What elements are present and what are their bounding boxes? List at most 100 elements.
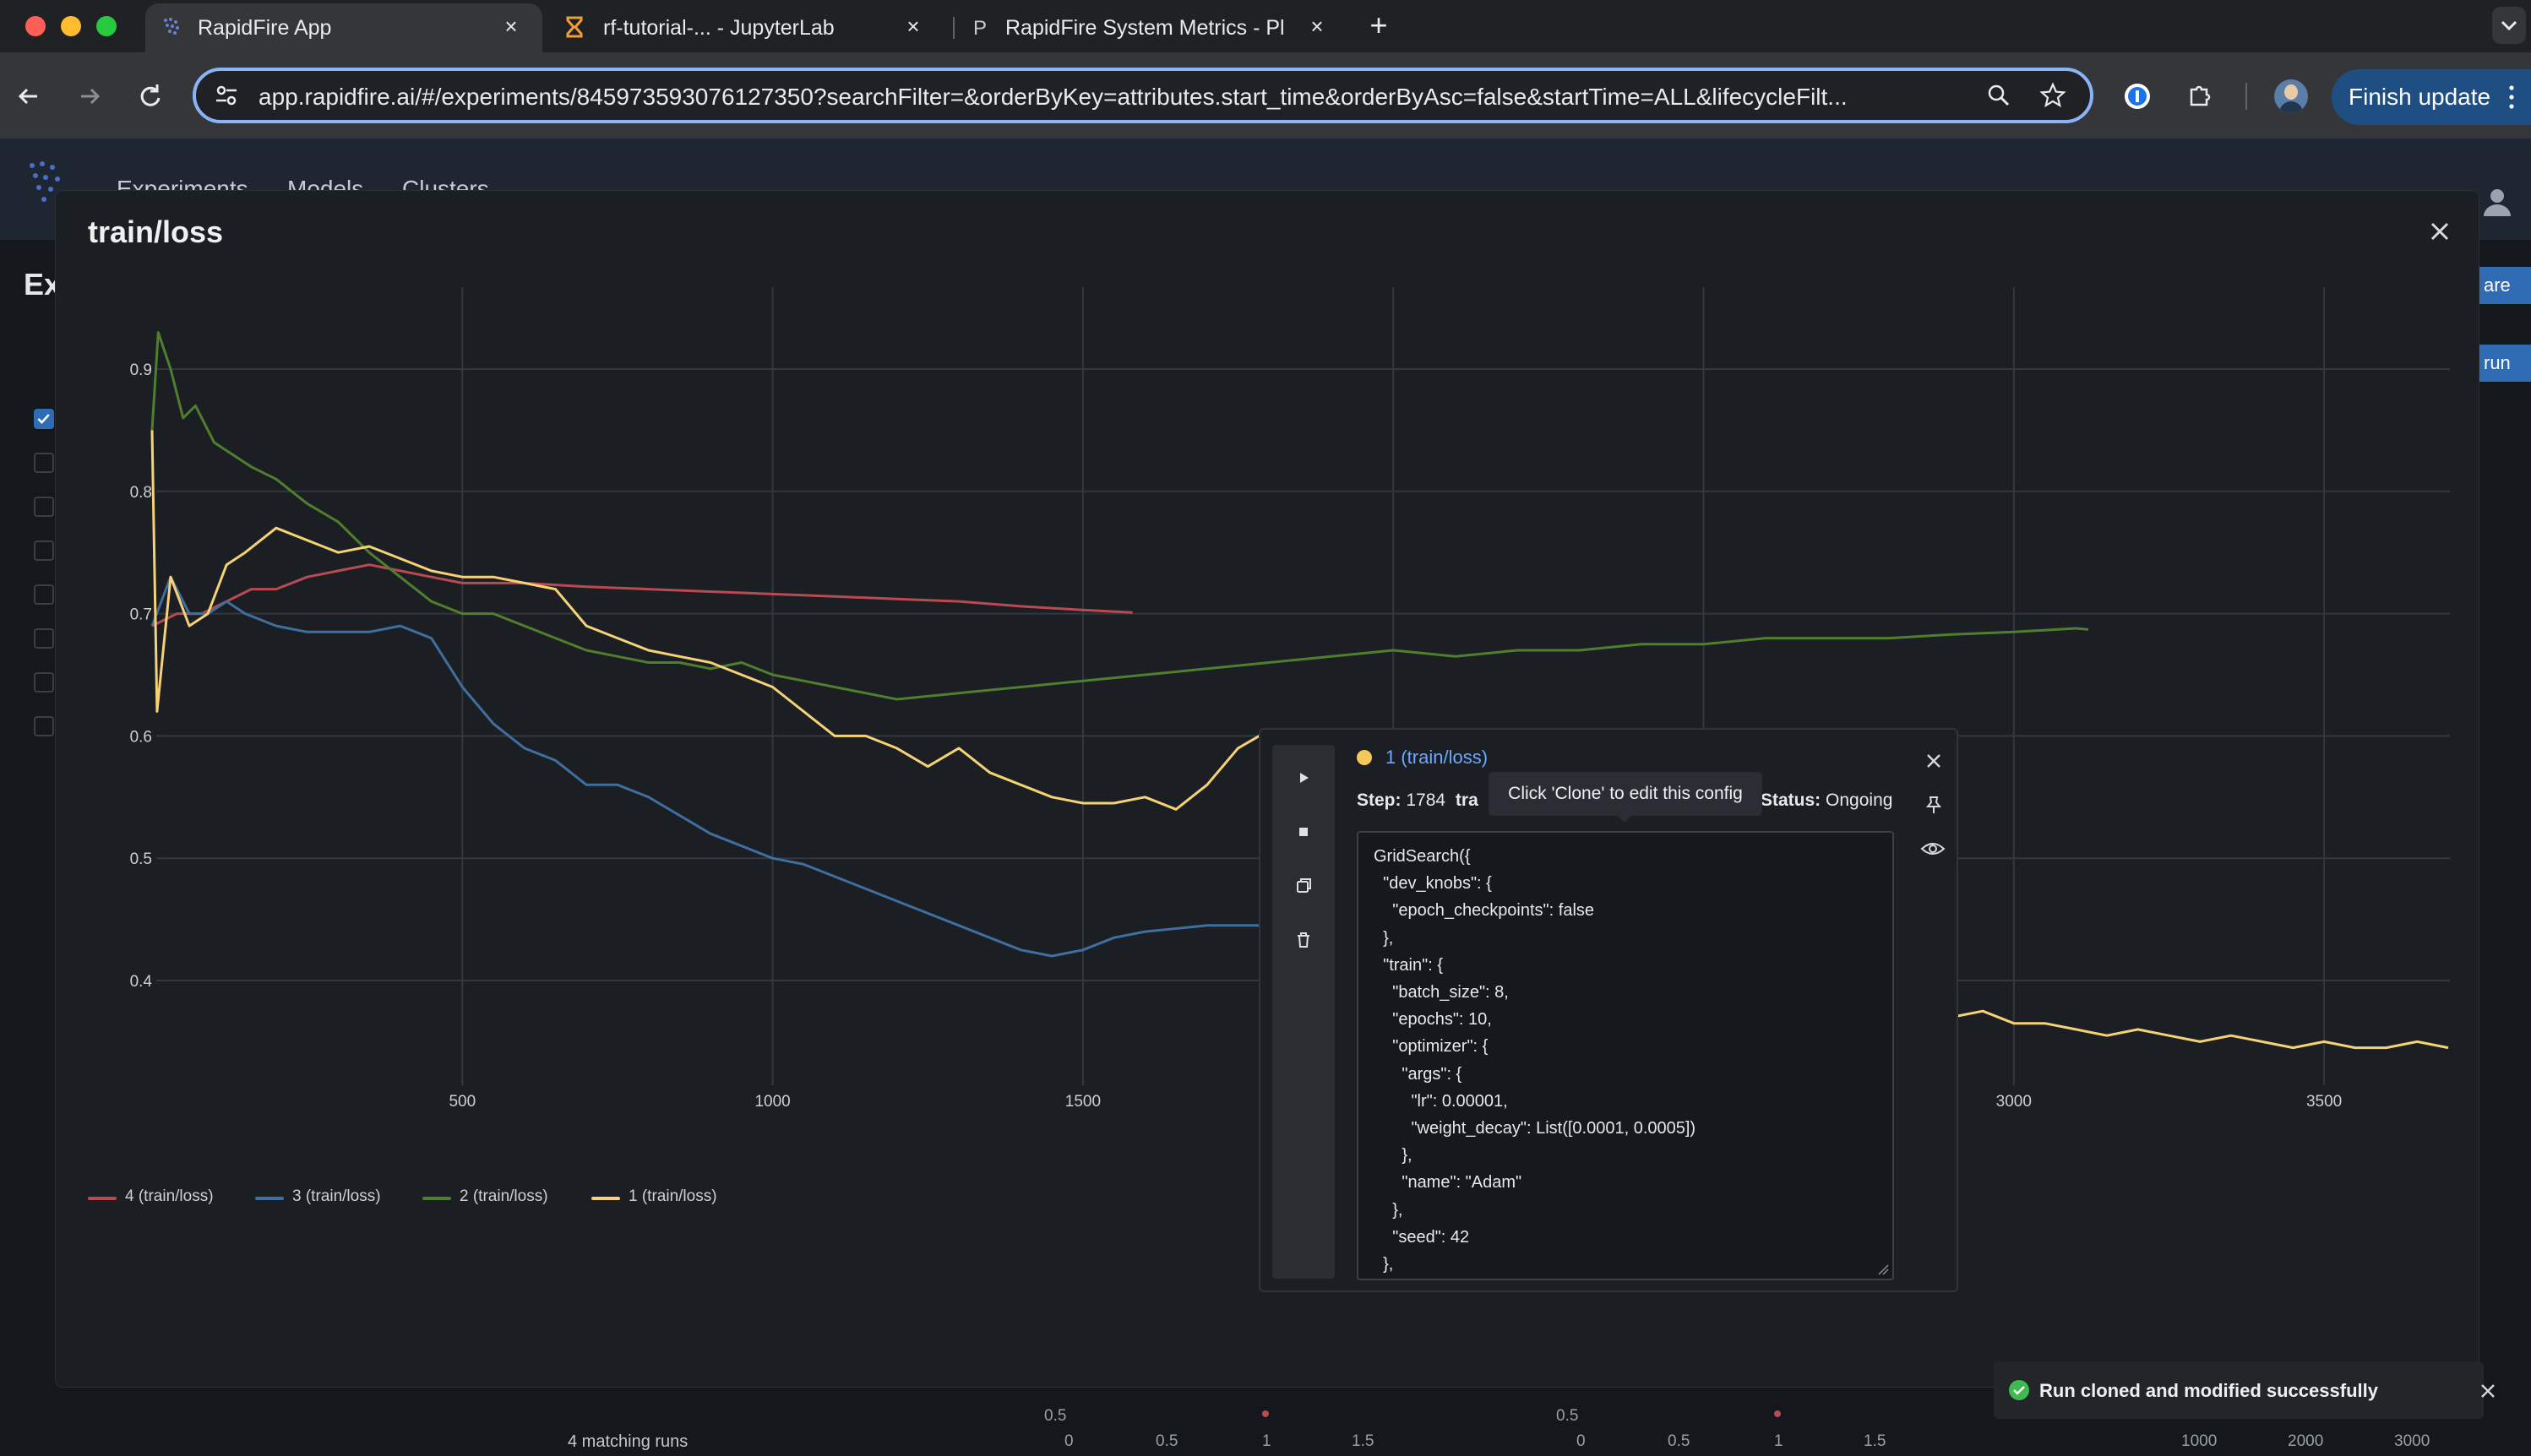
tab-title: RapidFire App (198, 16, 332, 40)
legend-swatch (88, 1197, 117, 1200)
trash-icon[interactable] (1291, 927, 1316, 953)
stop-icon[interactable] (1291, 819, 1316, 845)
mini-chart-a-x-tick: 1 (1262, 1432, 1271, 1450)
run-checkbox[interactable] (34, 409, 54, 429)
reload-button[interactable] (133, 79, 167, 113)
close-tab-icon[interactable]: × (1304, 14, 1330, 39)
user-icon[interactable] (2480, 184, 2514, 218)
mini-chart-c-x-tick: 3000 (2394, 1432, 2430, 1450)
svg-text:P: P (973, 17, 987, 39)
mini-chart-c-x-tick: 1000 (2181, 1432, 2218, 1450)
toast-message: Run cloned and modified successfully (2039, 1380, 2378, 1401)
close-icon[interactable] (2423, 215, 2457, 248)
new-run-button[interactable]: run (2475, 345, 2531, 382)
check-icon (37, 414, 50, 424)
mini-chart-b-x-tick: 0 (1576, 1432, 1586, 1450)
run-checkbox[interactable] (34, 716, 54, 736)
run-checkbox[interactable] (34, 628, 54, 649)
step-value: 1784 (1406, 790, 1446, 810)
mini-chart-b-y-tick: 0.5 (1556, 1407, 1579, 1425)
extensions-icon[interactable] (2185, 81, 2215, 111)
close-toast-icon[interactable] (2477, 1380, 2499, 1402)
tab-system-metrics[interactable]: P RapidFire System Metrics - Pl × (955, 3, 1352, 52)
run-actions-toolbar (1272, 745, 1335, 1279)
modal-title: train/loss (88, 215, 224, 249)
resize-handle-icon[interactable] (1877, 1263, 1889, 1275)
legend-label: 2 (train/loss) (460, 1187, 548, 1205)
mini-chart-b-x-tick: 1.5 (1864, 1432, 1886, 1450)
mini-chart-a-x-tick: 0.5 (1156, 1432, 1178, 1450)
zoom-icon[interactable] (1985, 82, 2012, 109)
clone-tooltip: Click 'Clone' to edit this config (1489, 772, 1762, 823)
legend-label: 3 (train/loss) (292, 1187, 381, 1205)
finish-update-button[interactable]: Finish update (2332, 69, 2531, 125)
window-close-button[interactable] (25, 16, 46, 36)
mini-chart-a-y-tick: 0.5 (1044, 1407, 1067, 1425)
address-bar[interactable]: app.rapidfire.ai/#/experiments/845973593… (193, 68, 2093, 123)
window-minimize-button[interactable] (61, 16, 81, 36)
tab-search-button[interactable] (2492, 7, 2526, 44)
more-vert-icon (2509, 85, 2514, 109)
eye-icon[interactable] (1919, 836, 1946, 861)
close-tab-icon[interactable]: × (901, 14, 926, 39)
run-name-link[interactable]: 1 (train/loss) (1385, 747, 1488, 769)
success-check-icon (2009, 1380, 2029, 1400)
hourglass-icon (566, 16, 583, 38)
browser-tab-bar: RapidFire App × rf-tutorial-... - Jupyte… (0, 0, 2531, 52)
tab-rapidfire-app[interactable]: RapidFire App × (145, 3, 542, 52)
run-checkbox[interactable] (34, 584, 54, 605)
clone-icon[interactable] (1291, 873, 1316, 899)
arrow-left-icon (18, 88, 37, 105)
legend-swatch (591, 1197, 620, 1200)
run-status: Status: Ongoing (1761, 790, 1892, 811)
run-color-dot (1357, 750, 1372, 765)
chevron-down-icon (2501, 20, 2517, 31)
success-toast: Run cloned and modified successfully (1994, 1361, 2495, 1419)
run-checkbox[interactable] (34, 541, 54, 561)
toolbar-divider (2245, 83, 2247, 110)
run-checkbox[interactable] (34, 453, 54, 473)
mini-chart-a-point (1262, 1410, 1269, 1417)
legend-label: 1 (train/loss) (629, 1187, 717, 1205)
url-text: app.rapidfire.ai/#/experiments/845973593… (259, 84, 1848, 110)
legend-label: 4 (train/loss) (125, 1187, 214, 1205)
finish-update-label: Finish update (2349, 84, 2491, 110)
mini-chart-a-x-tick: 0 (1064, 1432, 1074, 1450)
site-settings-icon[interactable] (213, 82, 240, 109)
run-config-editor[interactable]: GridSearch({ "dev_knobs": { "epoch_check… (1357, 831, 1894, 1280)
password-manager-icon[interactable] (2122, 81, 2153, 111)
tab-title: RapidFire System Metrics - Pl (1005, 16, 1285, 40)
run-step-info: Step: 1784 tra (1357, 790, 1478, 811)
profile-avatar[interactable] (2274, 79, 2308, 113)
config-text: GridSearch({ "dev_knobs": { "epoch_check… (1374, 847, 1696, 1274)
back-button[interactable] (12, 79, 46, 113)
new-tab-button[interactable]: + (1362, 8, 1396, 42)
check-icon (2013, 1386, 2025, 1395)
window-zoom-button[interactable] (96, 16, 117, 36)
matching-runs-count: 4 matching runs (568, 1432, 689, 1451)
reload-icon (140, 84, 161, 106)
status-label: Status: (1761, 790, 1821, 810)
play-icon[interactable] (1291, 765, 1316, 790)
metric-label-partial: tra (1455, 790, 1478, 810)
forward-button[interactable] (73, 79, 106, 113)
compare-button[interactable]: are (2475, 267, 2531, 304)
avatar-body (2279, 101, 2303, 113)
status-value: Ongoing (1826, 790, 1893, 810)
run-checkbox[interactable] (34, 497, 54, 517)
mini-chart-a-x-tick: 1.5 (1352, 1432, 1374, 1450)
close-popover-icon[interactable] (1921, 748, 1946, 774)
mini-chart-b-point (1774, 1410, 1781, 1417)
rapidfire-favicon-icon (164, 18, 179, 35)
close-tab-icon[interactable]: × (498, 14, 524, 39)
step-label: Step: (1357, 790, 1402, 810)
pin-icon[interactable] (1921, 792, 1946, 818)
arrow-right-icon (81, 88, 101, 105)
tab-jupyterlab[interactable]: rf-tutorial-... - JupyterLab × (547, 3, 944, 52)
mini-chart-b-x-tick: 0.5 (1668, 1432, 1690, 1450)
bookmark-star-icon[interactable] (2039, 82, 2066, 109)
tab-title: rf-tutorial-... - JupyterLab (603, 16, 835, 40)
plotly-favicon-icon: P (973, 17, 987, 39)
mini-chart-b-x-tick: 1 (1774, 1432, 1783, 1450)
run-checkbox[interactable] (34, 672, 54, 693)
